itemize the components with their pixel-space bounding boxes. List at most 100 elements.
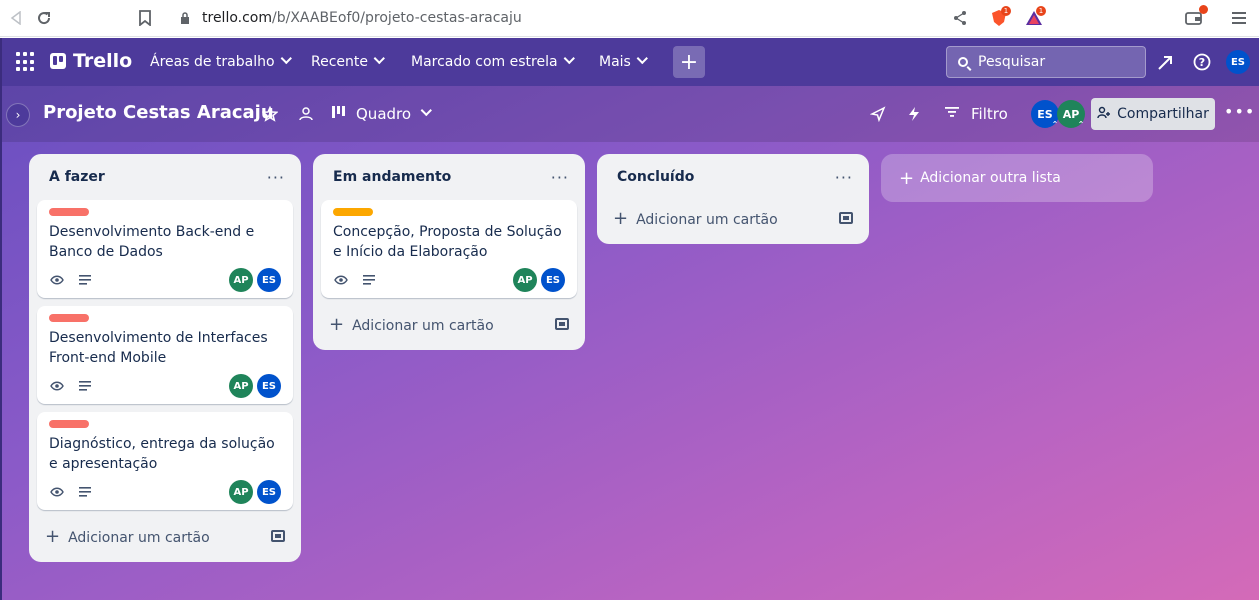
card-footer: AP ES [49,268,281,292]
svg-text:?: ? [1199,56,1205,69]
add-card-button[interactable]: + Adicionar um cartão [37,518,293,554]
member-avatar[interactable]: AP [513,268,537,292]
card-title: Desenvolvimento de Interfaces Front-end … [49,330,268,366]
card-label [333,208,373,216]
plus-icon: + [613,207,629,229]
plus-icon: + [329,313,345,335]
card-title: Desenvolvimento Back-end e Banco de Dado… [49,224,255,260]
share-button[interactable]: Compartilhar [1091,98,1215,130]
chevron-down-icon [280,52,292,65]
card[interactable]: Desenvolvimento Back-end e Banco de Dado… [37,200,293,298]
card-template-icon[interactable] [555,318,569,330]
filter-button[interactable]: Filtro [945,102,1008,126]
create-button[interactable]: + [673,46,705,78]
chevron-down-icon [563,52,575,65]
chevron-down-icon [373,52,385,65]
search-input[interactable]: Pesquisar [946,46,1146,78]
member-avatar[interactable]: ES [257,268,281,292]
list-concluido: Concluído ··· + Adicionar um cartão [597,154,869,244]
bookmark-icon[interactable] [131,4,159,32]
trello-logo-icon [50,53,66,69]
member-avatar[interactable]: AP [229,480,253,504]
board-title[interactable]: Projeto Cestas Aracaju [43,102,274,123]
card-title: Concepção, Proposta de Solução e Início … [333,224,562,260]
reload-icon[interactable] [30,4,58,32]
card-label [49,420,89,428]
share-icon[interactable] [946,4,974,32]
board-member-avatar[interactable]: ES ⌃ [1031,100,1059,129]
workspace-visibility-icon[interactable] [294,102,318,126]
automation-icon[interactable] [902,102,926,126]
nav-recent[interactable]: Recente [311,50,385,74]
list-actions-icon[interactable]: ··· [835,168,853,187]
power-ups-icon[interactable] [866,102,890,126]
app-switcher-icon[interactable] [16,52,36,72]
list-title[interactable]: A fazer [49,169,105,185]
extension-badge: 1 [1001,6,1011,16]
chevron-down-icon [636,52,648,65]
address-bar[interactable]: trello.com/b/XAABEof0/projeto-cestas-ara… [168,4,1053,32]
notification-dot [1199,5,1208,14]
star-icon[interactable] [258,102,282,126]
plus-icon: + [899,167,915,189]
brave-rewards-icon[interactable]: 1 [1020,4,1048,32]
board-menu-icon[interactable]: ••• [1224,102,1255,121]
watching-eye-icon [49,484,65,500]
board-view-icon [332,106,346,122]
member-avatar[interactable]: ES [257,374,281,398]
list-header: A fazer ··· [37,154,293,200]
member-avatar[interactable]: ES [257,480,281,504]
list-title[interactable]: Em andamento [333,169,451,185]
list-actions-icon[interactable]: ··· [267,168,285,187]
admin-badge-icon: ⌃ [1077,119,1085,129]
board-member-avatar[interactable]: AP ⌃ [1057,100,1085,129]
brave-shield-icon[interactable]: 1 [985,4,1013,32]
card[interactable]: Diagnóstico, entrega da solução e aprese… [37,412,293,510]
list-a-fazer: A fazer ··· Desenvolvimento Back-end e B… [29,154,301,562]
card-template-icon[interactable] [271,530,285,542]
card-label [49,314,89,322]
browser-toolbar: trello.com/b/XAABEof0/projeto-cestas-ara… [0,0,1259,37]
view-switcher[interactable]: Quadro [332,102,432,126]
card-label [49,208,89,216]
add-card-button[interactable]: + Adicionar um cartão [605,200,861,236]
card-footer: AP ES [49,480,281,504]
member-avatar[interactable]: AP [229,268,253,292]
expand-sidebar-icon[interactable]: › [6,103,30,127]
member-avatar[interactable]: ES [541,268,565,292]
nav-workspaces[interactable]: Áreas de trabalho [150,50,292,74]
list-header: Em andamento ··· [321,154,577,200]
list-actions-icon[interactable]: ··· [551,168,569,187]
card[interactable]: Concepção, Proposta de Solução e Início … [321,200,577,298]
nav-more[interactable]: Mais [599,50,648,74]
url-text: trello.com/b/XAABEof0/projeto-cestas-ara… [202,10,522,26]
add-list-button[interactable]: + Adicionar outra lista [881,154,1153,202]
list-em-andamento: Em andamento ··· Concepção, Proposta de … [313,154,585,350]
card-footer: AP ES [49,374,281,398]
description-icon [77,484,93,500]
member-avatar[interactable]: AP [229,374,253,398]
card[interactable]: Desenvolvimento de Interfaces Front-end … [37,306,293,404]
list-header: Concluído ··· [605,154,861,200]
back-arrow-icon[interactable] [2,4,30,32]
help-icon[interactable]: ? [1190,50,1214,74]
card-template-icon[interactable] [839,212,853,224]
add-person-icon [1097,106,1111,123]
account-avatar[interactable]: ES [1226,50,1250,74]
filter-icon [945,106,959,122]
nav-starred[interactable]: Marcado com estrela [411,50,575,74]
trello-logo[interactable]: Trello [50,50,132,72]
hamburger-menu-icon[interactable] [1225,4,1253,32]
notifications-icon[interactable] [1154,50,1178,74]
watching-eye-icon [333,272,349,288]
wallet-icon[interactable] [1180,4,1208,32]
board-canvas: › Projeto Cestas Aracaju Quadro Filtro E… [0,86,1259,600]
list-title[interactable]: Concluído [617,169,694,185]
chevron-down-icon [420,104,432,117]
search-icon [958,57,968,67]
add-card-button[interactable]: + Adicionar um cartão [321,306,577,342]
watching-eye-icon [49,272,65,288]
card-title: Diagnóstico, entrega da solução e aprese… [49,436,275,472]
watching-eye-icon [49,378,65,394]
description-icon [77,272,93,288]
